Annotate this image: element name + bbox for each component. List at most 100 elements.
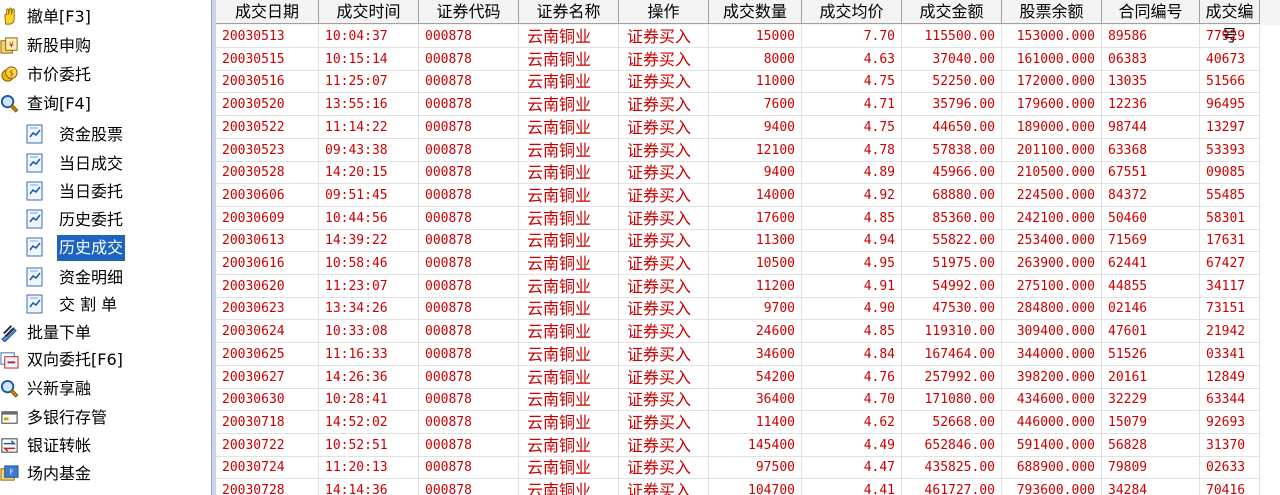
ipo-icon: ¥ — [0, 36, 19, 55]
cell-deal-quantity: 11300 — [709, 229, 802, 253]
cell-deal-no: 17631 — [1200, 229, 1260, 253]
cell-deal-no: 73151 — [1200, 297, 1260, 321]
tree-item-label: 双向委托[F6] — [27, 350, 123, 369]
cell-contract-no: 98744 — [1102, 115, 1200, 139]
cell-deal-time: 10:04:37 — [319, 25, 419, 48]
cell-deal-date: 20030515 — [216, 47, 319, 71]
cell-avg-price: 4.94 — [802, 229, 902, 253]
table-row[interactable]: 20030522 11:14:22 000878 云南铜业 证券买入 9400 4.75 44… — [216, 115, 1280, 139]
table-row[interactable]: 20030515 10:15:14 000878 云南铜业 证券买入 8000 4.63 37… — [216, 47, 1280, 71]
cell-deal-time: 10:52:51 — [319, 433, 419, 457]
column-header-deal-date[interactable]: 成交日期 — [216, 0, 319, 24]
table-row[interactable]: 20030728 14:14:36 000878 云南铜业 证券买入 104700 4.41… — [216, 479, 1280, 495]
hand-icon — [0, 7, 19, 26]
cell-contract-no: 12236 — [1102, 93, 1200, 117]
cell-deal-date: 20030718 — [216, 410, 319, 434]
cell-operation: 证券买入 — [619, 320, 709, 344]
cell-deal-quantity: 97500 — [709, 456, 802, 480]
cell-stock-balance: 179600.000 — [1002, 93, 1102, 117]
cell-security-code: 000878 — [419, 115, 519, 139]
table-row[interactable]: 20030523 09:43:38 000878 云南铜业 证券买入 12100 4.78 5… — [216, 138, 1280, 162]
cell-deal-amount: 652846.00 — [902, 433, 1002, 457]
document-icon — [25, 124, 45, 144]
table-row[interactable]: 20030528 14:20:15 000878 云南铜业 证券买入 9400 4.89 45… — [216, 161, 1280, 185]
table-row[interactable]: 20030718 14:52:02 000878 云南铜业 证券买入 11400 4.62 5… — [216, 410, 1280, 434]
cell-deal-date: 20030606 — [216, 183, 319, 207]
column-header-operation[interactable]: 操作 — [619, 0, 709, 24]
cell-deal-quantity: 10500 — [709, 252, 802, 275]
column-header-deal-no[interactable]: 成交编号 — [1200, 0, 1260, 45]
tree-item-label: 查询[F4] — [27, 94, 91, 113]
table-row[interactable]: 20030724 11:20:13 000878 云南铜业 证券买入 97500 4.47 4… — [216, 456, 1280, 480]
cell-deal-date: 20030620 — [216, 274, 319, 298]
table-row[interactable]: 20030623 13:34:26 000878 云南铜业 证券买入 9700 4.90 47… — [216, 297, 1280, 321]
cell-deal-no: 92693 — [1200, 410, 1260, 434]
table-row[interactable]: 20030620 11:23:07 000878 云南铜业 证券买入 11200 4.91 5… — [216, 274, 1280, 298]
table-row[interactable]: 20030616 10:58:46 000878 云南铜业 证券买入 10500 4.95 5… — [216, 252, 1280, 275]
cell-deal-no: 58301 — [1200, 206, 1260, 230]
column-header-avg-price[interactable]: 成交均价 — [802, 0, 902, 24]
cell-deal-amount: 119310.00 — [902, 320, 1002, 344]
tree-item-label: 当日成交 — [59, 154, 124, 173]
table-row[interactable]: 20030513 10:04:37 000878 云南铜业 证券买入 15000 7.70 1… — [216, 25, 1280, 48]
column-header-security-code[interactable]: 证券代码 — [419, 0, 519, 24]
cell-deal-amount: 52668.00 — [902, 410, 1002, 434]
cell-stock-balance: 446000.000 — [1002, 410, 1102, 434]
table-row[interactable]: 20030520 13:55:16 000878 云南铜业 证券买入 7600 4.71 35… — [216, 93, 1280, 117]
cell-operation: 证券买入 — [619, 70, 709, 94]
tree-item-label: 历史委托 — [59, 210, 124, 229]
fund-icon: F — [0, 464, 19, 483]
column-header-stock-balance[interactable]: 股票余额 — [1002, 0, 1102, 24]
cell-contract-no: 56828 — [1102, 433, 1200, 457]
column-header-deal-quantity[interactable]: 成交数量 — [709, 0, 802, 24]
cell-security-code: 000878 — [419, 161, 519, 185]
cell-deal-amount: 167464.00 — [902, 342, 1002, 366]
table-row[interactable]: 20030609 10:44:56 000878 云南铜业 证券买入 17600 4.85 8… — [216, 206, 1280, 230]
tree-item-label: 市价委托 — [27, 65, 92, 84]
cell-deal-amount: 51975.00 — [902, 252, 1002, 275]
cell-contract-no: 20161 — [1102, 365, 1200, 389]
table-row[interactable]: 20030516 11:25:07 000878 云南铜业 证券买入 11000 4.75 5… — [216, 70, 1280, 94]
cell-security-code: 000878 — [419, 93, 519, 117]
cell-contract-no: 62441 — [1102, 252, 1200, 275]
cell-avg-price: 4.47 — [802, 456, 902, 480]
cell-security-code: 000878 — [419, 479, 519, 495]
cell-deal-quantity: 9400 — [709, 161, 802, 185]
cell-security-name: 云南铜业 — [519, 433, 619, 457]
cell-security-code: 000878 — [419, 47, 519, 71]
table-row[interactable]: 20030624 10:33:08 000878 云南铜业 证券买入 24600 4.85 1… — [216, 320, 1280, 344]
cell-security-code: 000878 — [419, 410, 519, 434]
cell-deal-date: 20030516 — [216, 70, 319, 94]
table-row[interactable]: 20030606 09:51:45 000878 云南铜业 证券买入 14000 4.92 6… — [216, 183, 1280, 207]
cell-security-name: 云南铜业 — [519, 252, 619, 275]
table-row[interactable]: 20030630 10:28:41 000878 云南铜业 证券买入 36400 4.70 1… — [216, 388, 1280, 412]
cell-deal-amount: 52250.00 — [902, 70, 1002, 94]
column-header-contract-no[interactable]: 合同编号 — [1102, 0, 1200, 24]
cell-avg-price: 4.49 — [802, 433, 902, 457]
table-row[interactable]: 20030613 14:39:22 000878 云南铜业 证券买入 11300 4.94 5… — [216, 229, 1280, 253]
magnifier-icon — [0, 94, 19, 113]
cell-operation: 证券买入 — [619, 93, 709, 117]
cell-avg-price: 4.78 — [802, 138, 902, 162]
table-row[interactable]: 20030625 11:16:33 000878 云南铜业 证券买入 34600 4.84 1… — [216, 342, 1280, 366]
column-header-security-name[interactable]: 证券名称 — [519, 0, 619, 24]
cell-operation: 证券买入 — [619, 25, 709, 48]
cell-operation: 证券买入 — [619, 47, 709, 71]
cell-security-code: 000878 — [419, 365, 519, 389]
cell-deal-no: 03341 — [1200, 342, 1260, 366]
cell-deal-date: 20030609 — [216, 206, 319, 230]
cell-operation: 证券买入 — [619, 206, 709, 230]
cell-deal-quantity: 24600 — [709, 320, 802, 344]
table-row[interactable]: 20030722 10:52:51 000878 云南铜业 证券买入 145400 4.49… — [216, 433, 1280, 457]
table-row[interactable]: 20030627 14:26:36 000878 云南铜业 证券买入 54200 4.76 2… — [216, 365, 1280, 389]
document-icon — [25, 209, 45, 229]
cell-deal-quantity: 12100 — [709, 138, 802, 162]
cell-deal-quantity: 54200 — [709, 365, 802, 389]
column-header-deal-time[interactable]: 成交时间 — [319, 0, 419, 24]
cell-avg-price: 4.89 — [802, 161, 902, 185]
cell-deal-date: 20030520 — [216, 93, 319, 117]
cell-deal-time: 14:20:15 — [319, 161, 419, 185]
column-header-deal-amount[interactable]: 成交金额 — [902, 0, 1002, 24]
cell-stock-balance: 210500.000 — [1002, 161, 1102, 185]
cell-contract-no: 44855 — [1102, 274, 1200, 298]
